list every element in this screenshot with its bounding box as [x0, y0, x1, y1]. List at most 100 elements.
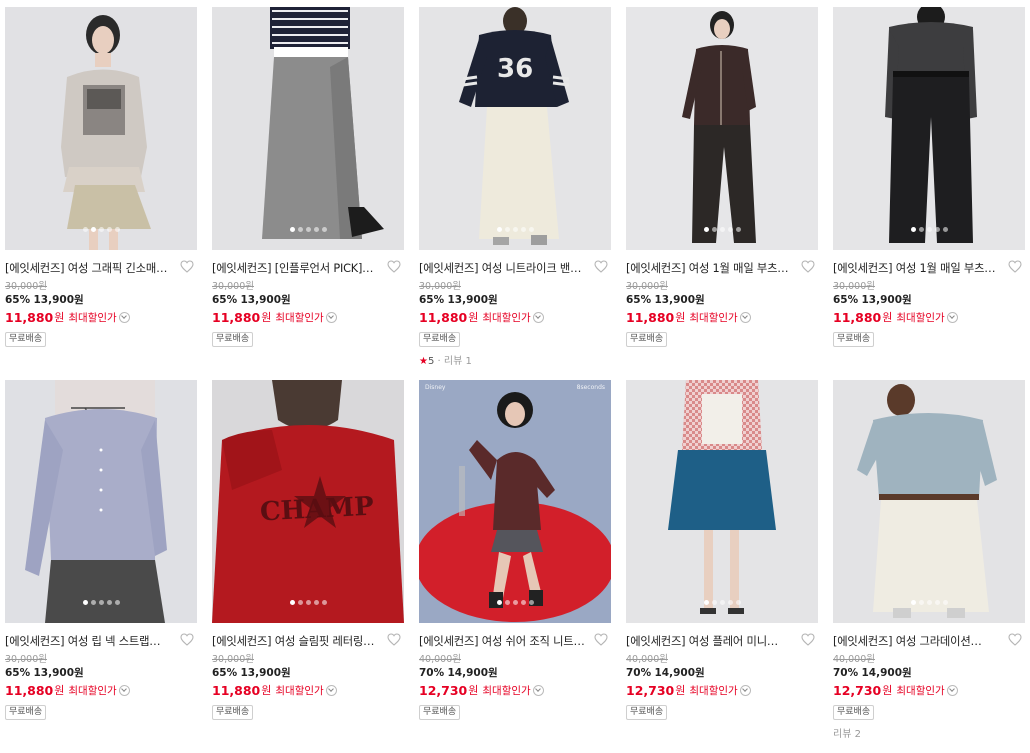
chevron-down-icon[interactable]	[532, 684, 544, 696]
max-discount-label[interactable]: 최대할인가	[68, 683, 116, 698]
carousel-dot[interactable]	[321, 227, 327, 232]
product-image[interactable]	[5, 380, 197, 623]
heart-icon[interactable]	[387, 260, 401, 273]
chevron-down-icon[interactable]	[739, 311, 751, 323]
heart-icon[interactable]	[180, 260, 194, 273]
carousel-dot[interactable]	[711, 600, 717, 605]
heart-icon[interactable]	[594, 260, 608, 273]
carousel-dot[interactable]	[82, 227, 88, 232]
chevron-down-icon[interactable]	[325, 311, 337, 323]
heart-icon[interactable]	[1008, 633, 1022, 646]
chevron-down-icon[interactable]	[118, 311, 130, 323]
carousel-dot[interactable]	[910, 227, 916, 232]
carousel-dot[interactable]	[114, 600, 120, 605]
image-carousel-dots[interactable]	[419, 600, 611, 605]
chevron-down-icon[interactable]	[118, 684, 130, 696]
max-discount-label[interactable]: 최대할인가	[689, 310, 737, 325]
carousel-dot[interactable]	[90, 227, 96, 232]
max-discount-label[interactable]: 최대할인가	[896, 683, 944, 698]
max-discount-label[interactable]: 최대할인가	[482, 683, 530, 698]
image-carousel-dots[interactable]	[833, 600, 1025, 605]
carousel-dot[interactable]	[305, 227, 311, 232]
carousel-dot[interactable]	[289, 600, 295, 605]
carousel-dot[interactable]	[313, 600, 319, 605]
carousel-dot[interactable]	[942, 227, 948, 232]
product-image[interactable]: 36	[419, 7, 611, 250]
carousel-dot[interactable]	[703, 227, 709, 232]
product-image[interactable]	[5, 7, 197, 250]
carousel-dot[interactable]	[926, 227, 932, 232]
image-carousel-dots[interactable]	[833, 227, 1025, 232]
carousel-dot[interactable]	[719, 600, 725, 605]
carousel-dot[interactable]	[735, 227, 741, 232]
chevron-down-icon[interactable]	[946, 684, 958, 696]
max-discount-label[interactable]: 최대할인가	[275, 683, 323, 698]
carousel-dot[interactable]	[297, 600, 303, 605]
max-discount-label[interactable]: 최대할인가	[68, 310, 116, 325]
review-summary[interactable]: ★5 · 리뷰 1	[419, 352, 611, 367]
product-image[interactable]	[833, 380, 1025, 623]
product-card[interactable]: [에잇세컨즈] 여성 그래픽 긴소매… 30,000원 65% 13,900원 …	[5, 7, 197, 380]
product-title[interactable]: [에잇세컨즈] 여성 1월 매일 부츠…	[626, 260, 798, 276]
carousel-dot[interactable]	[512, 600, 518, 605]
product-title[interactable]: [에잇세컨즈] 여성 플레어 미니…	[626, 633, 798, 649]
product-card[interactable]: [에잇세컨즈] 여성 립 넥 스트랩… 30,000원 65% 13,900원 …	[5, 380, 197, 753]
max-discount-label[interactable]: 최대할인가	[275, 310, 323, 325]
carousel-dot[interactable]	[942, 600, 948, 605]
carousel-dot[interactable]	[711, 227, 717, 232]
image-carousel-dots[interactable]	[626, 600, 818, 605]
product-image[interactable]	[212, 7, 404, 250]
product-image[interactable]	[833, 7, 1025, 250]
carousel-dot[interactable]	[98, 227, 104, 232]
carousel-dot[interactable]	[918, 227, 924, 232]
image-carousel-dots[interactable]	[212, 227, 404, 232]
carousel-dot[interactable]	[934, 227, 940, 232]
product-image[interactable]	[626, 380, 818, 623]
product-title[interactable]: [에잇세컨즈] 여성 립 넥 스트랩…	[5, 633, 177, 649]
carousel-dot[interactable]	[512, 227, 518, 232]
chevron-down-icon[interactable]	[739, 684, 751, 696]
carousel-dot[interactable]	[297, 227, 303, 232]
product-title[interactable]: [에잇세컨즈] 여성 쉬어 조직 니트…	[419, 633, 591, 649]
carousel-dot[interactable]	[496, 227, 502, 232]
carousel-dot[interactable]	[703, 600, 709, 605]
chevron-down-icon[interactable]	[946, 311, 958, 323]
image-carousel-dots[interactable]	[212, 600, 404, 605]
product-card[interactable]: 36 [에잇세컨즈] 여성 니트라이크 밴… 30,000원 65% 13,90…	[419, 7, 611, 380]
chevron-down-icon[interactable]	[325, 684, 337, 696]
carousel-dot[interactable]	[926, 600, 932, 605]
product-title[interactable]: [에잇세컨즈] 여성 슬림핏 레터링…	[212, 633, 384, 649]
carousel-dot[interactable]	[106, 600, 112, 605]
image-carousel-dots[interactable]	[5, 600, 197, 605]
chevron-down-icon[interactable]	[532, 311, 544, 323]
max-discount-label[interactable]: 최대할인가	[482, 310, 530, 325]
carousel-dot[interactable]	[496, 600, 502, 605]
image-carousel-dots[interactable]	[419, 227, 611, 232]
product-card[interactable]: [에잇세컨즈] 여성 1월 매일 부츠… 30,000원 65% 13,900원…	[626, 7, 818, 380]
carousel-dot[interactable]	[313, 227, 319, 232]
product-title[interactable]: [에잇세컨즈] 여성 1월 매일 부츠…	[833, 260, 1005, 276]
carousel-dot[interactable]	[305, 600, 311, 605]
product-card[interactable]: [에잇세컨즈] 여성 플레어 미니… 40,000원 70% 14,900원 1…	[626, 380, 818, 753]
max-discount-label[interactable]: 최대할인가	[689, 683, 737, 698]
product-title[interactable]: [에잇세컨즈] 여성 그라데이션…	[833, 633, 1005, 649]
carousel-dot[interactable]	[504, 600, 510, 605]
product-card[interactable]: CHAMP [에잇세컨즈] 여성 슬림핏 레터링… 30,000원 65% 13…	[212, 380, 404, 753]
carousel-dot[interactable]	[82, 600, 88, 605]
carousel-dot[interactable]	[90, 600, 96, 605]
image-carousel-dots[interactable]	[626, 227, 818, 232]
heart-icon[interactable]	[180, 633, 194, 646]
product-card[interactable]: [에잇세컨즈] [인플루언서 PICK]… 30,000원 65% 13,900…	[212, 7, 404, 380]
product-card[interactable]: Disney 8seconds [에잇세컨즈] 여성 쉬어 조직 니트… 40,0…	[419, 380, 611, 753]
carousel-dot[interactable]	[934, 600, 940, 605]
carousel-dot[interactable]	[106, 227, 112, 232]
product-image[interactable]: CHAMP	[212, 380, 404, 623]
product-card[interactable]: [에잇세컨즈] 여성 1월 매일 부츠… 30,000원 65% 13,900원…	[833, 7, 1025, 380]
carousel-dot[interactable]	[910, 600, 916, 605]
carousel-dot[interactable]	[98, 600, 104, 605]
carousel-dot[interactable]	[321, 600, 327, 605]
heart-icon[interactable]	[387, 633, 401, 646]
heart-icon[interactable]	[1008, 260, 1022, 273]
product-title[interactable]: [에잇세컨즈] [인플루언서 PICK]…	[212, 260, 384, 276]
carousel-dot[interactable]	[114, 227, 120, 232]
